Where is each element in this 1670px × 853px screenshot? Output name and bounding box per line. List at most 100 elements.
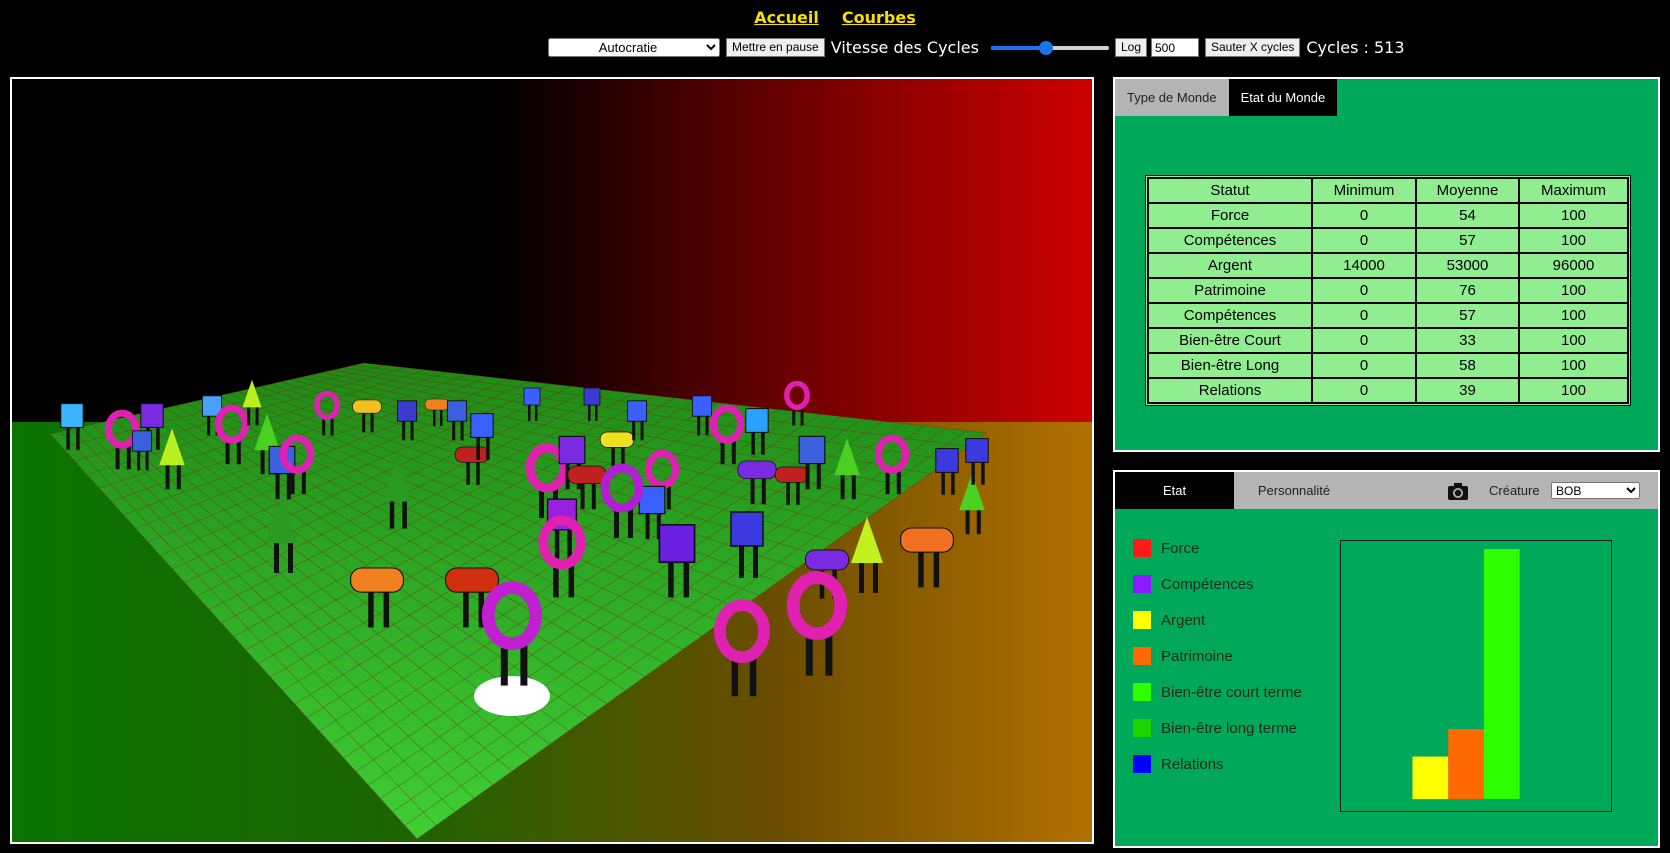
creature-tabbar: Etat Personnalité Créature BOB xyxy=(1115,472,1658,509)
speed-slider[interactable] xyxy=(990,40,1109,55)
creature-body xyxy=(583,387,601,406)
creature-leg xyxy=(275,472,280,500)
pause-button[interactable]: Mettre en pause xyxy=(726,38,825,57)
tab-world-state[interactable]: Etat du Monde xyxy=(1228,79,1338,116)
selected-creature-marker xyxy=(474,676,550,716)
legend-swatch-wellbeing-long xyxy=(1133,719,1151,737)
creature-body xyxy=(658,523,696,564)
tab-world-type[interactable]: Type de Monde xyxy=(1115,79,1229,116)
creature-body xyxy=(352,399,382,414)
cell-average: 39 xyxy=(1416,378,1519,403)
creature-leg xyxy=(796,481,800,505)
creature-leg xyxy=(165,462,170,490)
creature-leg xyxy=(370,412,374,433)
creature-leg xyxy=(753,544,758,578)
creature-body xyxy=(558,435,586,465)
creature-legs xyxy=(918,550,940,588)
legend-swatch-skills xyxy=(1133,575,1151,593)
creature[interactable] xyxy=(935,448,959,495)
creature-leg xyxy=(402,420,406,441)
creature-leg xyxy=(76,426,80,450)
header-average: Moyenne xyxy=(1416,178,1519,203)
creature[interactable] xyxy=(714,599,770,697)
camera-icon[interactable] xyxy=(1447,481,1469,501)
creature-label: Créature xyxy=(1489,483,1540,498)
header-status: Statut xyxy=(1148,178,1312,203)
creature-leg xyxy=(66,426,70,450)
creature-body xyxy=(140,403,164,428)
header-minimum: Minimum xyxy=(1312,178,1416,203)
tab-state[interactable]: Etat xyxy=(1115,472,1234,509)
world-scene-canvas xyxy=(49,362,989,840)
cell-minimum: 14000 xyxy=(1312,253,1416,278)
cell-maximum: 100 xyxy=(1519,203,1628,228)
legend-item: Bien-être court terme xyxy=(1133,674,1302,710)
skip-cycles-button[interactable]: Sauter X cycles xyxy=(1205,38,1301,57)
legend-swatch-wealth xyxy=(1133,647,1151,665)
creature-leg xyxy=(805,462,810,490)
cell-status: Compétences xyxy=(1148,303,1312,328)
creature-legs xyxy=(859,559,878,593)
cell-maximum: 96000 xyxy=(1519,253,1628,278)
creature-leg xyxy=(918,550,924,588)
creature-body xyxy=(935,448,959,473)
creature-leg xyxy=(668,560,674,598)
skip-cycles-input[interactable] xyxy=(1151,38,1199,57)
cell-status: Force xyxy=(1148,203,1312,228)
cell-minimum: 0 xyxy=(1312,328,1416,353)
creature-body xyxy=(350,567,404,593)
nav-link-curves[interactable]: Courbes xyxy=(842,8,916,27)
cell-minimum: 0 xyxy=(1312,378,1416,403)
creature[interactable] xyxy=(900,527,954,588)
world-tabbar: Type de Monde Etat du Monde xyxy=(1115,79,1338,116)
cell-status: Bien-être Long xyxy=(1148,353,1312,378)
creature-leg xyxy=(840,472,845,500)
creature[interactable] xyxy=(786,571,848,676)
creature-body xyxy=(804,549,850,571)
creature-leg xyxy=(207,415,211,436)
legend-swatch-relations xyxy=(1133,755,1151,773)
nav-link-home[interactable]: Accueil xyxy=(754,8,819,27)
cell-status: Compétences xyxy=(1148,228,1312,253)
world-3d-view[interactable] xyxy=(10,77,1094,844)
creature-body xyxy=(454,446,490,463)
creature[interactable] xyxy=(851,517,883,593)
cell-average: 76 xyxy=(1416,278,1519,303)
cell-maximum: 100 xyxy=(1519,278,1628,303)
legend-item: Relations xyxy=(1133,746,1302,782)
creature-body xyxy=(424,398,450,411)
creature-leg xyxy=(595,404,598,421)
creature-stats-bar-chart xyxy=(1340,540,1612,812)
creature-leg xyxy=(440,409,443,426)
legend-label: Compétences xyxy=(1161,575,1254,593)
cell-status: Relations xyxy=(1148,378,1312,403)
creature-body xyxy=(900,527,954,553)
creature-leg xyxy=(476,461,480,485)
creature-leg xyxy=(433,409,436,426)
stats-legend: Force Compétences Argent Patrimoine Bien… xyxy=(1133,530,1302,782)
cell-average: 57 xyxy=(1416,303,1519,328)
regime-select[interactable]: Autocratie xyxy=(548,38,720,57)
bar-3 xyxy=(1448,729,1484,800)
creature-body xyxy=(626,400,648,422)
creature-body xyxy=(784,380,810,411)
creature-body xyxy=(798,435,826,465)
creature-leg xyxy=(466,461,470,485)
speed-slider-thumb[interactable] xyxy=(1039,40,1054,55)
cell-status: Patrimoine xyxy=(1148,278,1312,303)
legend-swatch-wellbeing-short xyxy=(1133,683,1151,701)
creature-select[interactable]: BOB xyxy=(1551,482,1640,499)
creature-leg xyxy=(632,420,636,441)
creature[interactable] xyxy=(965,438,989,485)
creature-leg xyxy=(739,544,744,578)
tab-personality[interactable]: Personnalité xyxy=(1234,472,1354,509)
creature-body xyxy=(60,403,84,428)
creature-leg xyxy=(591,482,596,510)
cell-average: 33 xyxy=(1416,328,1519,353)
creature-leg xyxy=(750,477,755,505)
creature-leg xyxy=(460,420,464,441)
creature-leg xyxy=(697,415,701,436)
log-button[interactable]: Log xyxy=(1114,38,1147,57)
cycles-counter: Cycles : 513 xyxy=(1306,38,1405,57)
creature-legs xyxy=(941,471,955,495)
